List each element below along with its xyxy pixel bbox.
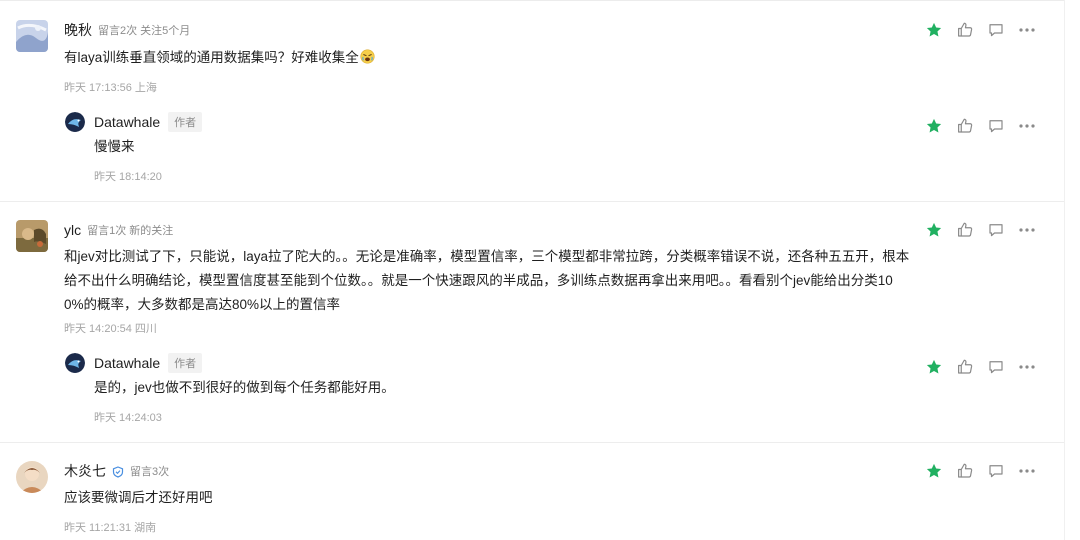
comment-actions <box>924 461 1037 481</box>
comment-time: 昨天 14:20:54 四川 <box>64 323 157 335</box>
more-icon[interactable] <box>1017 461 1037 481</box>
comment-text: 有laya训练垂直领域的通用数据集吗？好难收集全 <box>64 46 375 70</box>
avatar[interactable] <box>16 461 48 493</box>
comment-text: 应该要微调后才还好用吧 <box>64 490 213 505</box>
comment-divider <box>0 442 1064 443</box>
star-icon[interactable] <box>924 20 944 40</box>
more-icon[interactable] <box>1017 220 1037 240</box>
reply-avatar[interactable] <box>65 112 85 132</box>
top-divider <box>0 0 1064 1</box>
avatar[interactable] <box>16 220 48 252</box>
comment-author[interactable]: 木炎七 <box>64 461 106 481</box>
like-icon[interactable] <box>955 461 975 481</box>
avatar[interactable] <box>16 20 48 52</box>
comment-actions <box>924 220 1037 240</box>
like-icon[interactable] <box>955 357 975 377</box>
like-icon[interactable] <box>955 20 975 40</box>
reply-avatar[interactable] <box>65 353 85 373</box>
more-icon[interactable] <box>1017 357 1037 377</box>
reply-icon[interactable] <box>986 116 1006 136</box>
comment-text: 和jev对比测试了下，只能说，laya拉了陀大的。。无论是准确率，模型置信率，三… <box>64 249 910 312</box>
reply-text: 慢慢来 <box>94 139 135 154</box>
shield-badge-icon <box>112 465 124 478</box>
reply-icon[interactable] <box>986 220 1006 240</box>
author-tag: 作者 <box>168 353 203 373</box>
more-icon[interactable] <box>1017 20 1037 40</box>
author-tag: 作者 <box>168 112 203 132</box>
star-icon[interactable] <box>924 461 944 481</box>
comment-author[interactable]: ylc <box>64 222 81 238</box>
reply-text: 是的，jev也做不到很好的做到每个任务都能好用。 <box>94 380 395 395</box>
reply-time: 昨天 14:24:03 <box>94 412 162 424</box>
comment-author-meta: 留言3次 <box>130 466 170 478</box>
like-icon[interactable] <box>955 116 975 136</box>
comment-actions <box>924 20 1037 40</box>
reply-icon[interactable] <box>986 461 1006 481</box>
comment-time: 昨天 11:21:31 湖南 <box>64 522 157 534</box>
reply-author[interactable]: Datawhale <box>94 114 160 130</box>
comment-author-meta: 留言2次 关注5个月 <box>98 25 191 37</box>
reply-actions <box>924 357 1037 377</box>
more-icon[interactable] <box>1017 116 1037 136</box>
comment-author[interactable]: 晚秋 <box>64 20 92 40</box>
reply-time: 昨天 18:14:20 <box>94 171 162 183</box>
weary-face-emoji <box>360 48 375 64</box>
star-icon[interactable] <box>924 220 944 240</box>
reply-actions <box>924 116 1037 136</box>
reply-icon[interactable] <box>986 20 1006 40</box>
star-icon[interactable] <box>924 116 944 136</box>
comment-author-meta: 留言1次 新的关注 <box>87 225 174 237</box>
star-icon[interactable] <box>924 357 944 377</box>
comment-time: 昨天 17:13:56 上海 <box>64 82 157 94</box>
reply-icon[interactable] <box>986 357 1006 377</box>
comment-divider <box>0 201 1064 202</box>
right-edge <box>1064 0 1065 540</box>
reply-author[interactable]: Datawhale <box>94 355 160 371</box>
like-icon[interactable] <box>955 220 975 240</box>
